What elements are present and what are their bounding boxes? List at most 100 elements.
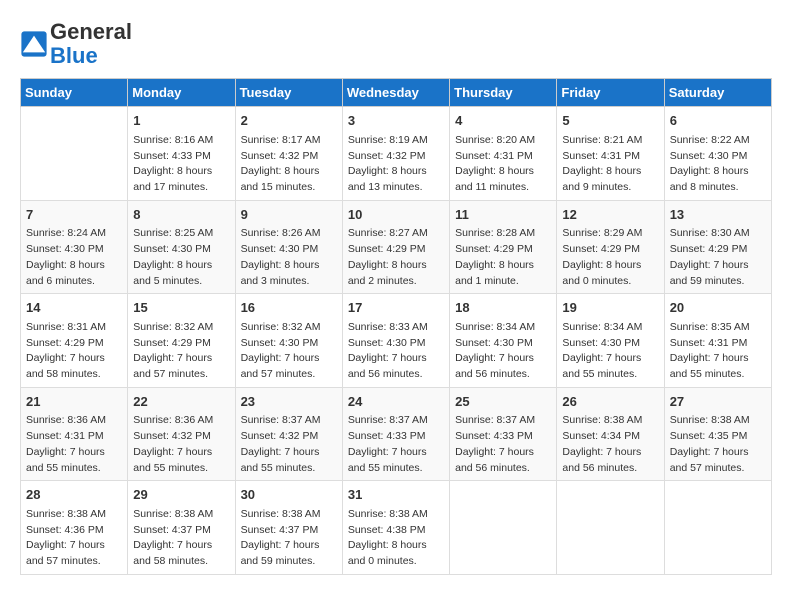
day-info-line: and 8 minutes.	[670, 180, 766, 196]
calendar-week-row: 7Sunrise: 8:24 AMSunset: 4:30 PMDaylight…	[21, 200, 772, 294]
calendar-cell: 9Sunrise: 8:26 AMSunset: 4:30 PMDaylight…	[235, 200, 342, 294]
calendar-cell: 7Sunrise: 8:24 AMSunset: 4:30 PMDaylight…	[21, 200, 128, 294]
day-info-line: Daylight: 7 hours	[562, 445, 658, 461]
calendar-cell: 19Sunrise: 8:34 AMSunset: 4:30 PMDayligh…	[557, 294, 664, 388]
day-number: 19	[562, 298, 658, 318]
day-info-line: Daylight: 7 hours	[133, 538, 229, 554]
logo: GeneralBlue	[20, 20, 132, 68]
day-info-line: Sunrise: 8:22 AM	[670, 133, 766, 149]
day-number: 30	[241, 485, 337, 505]
day-info-line: and 57 minutes.	[670, 461, 766, 477]
day-info-line: and 55 minutes.	[562, 367, 658, 383]
day-info-line: Sunset: 4:29 PM	[455, 242, 551, 258]
day-number: 22	[133, 392, 229, 412]
day-info-line: and 6 minutes.	[26, 274, 122, 290]
day-info-line: Sunrise: 8:21 AM	[562, 133, 658, 149]
day-info-line: Daylight: 8 hours	[241, 164, 337, 180]
day-info-line: Sunset: 4:30 PM	[241, 242, 337, 258]
day-info-line: Sunset: 4:36 PM	[26, 523, 122, 539]
day-info-line: and 13 minutes.	[348, 180, 444, 196]
day-info-line: and 56 minutes.	[562, 461, 658, 477]
calendar-cell: 22Sunrise: 8:36 AMSunset: 4:32 PMDayligh…	[128, 387, 235, 481]
day-info-line: Daylight: 8 hours	[562, 258, 658, 274]
day-info-line: Sunrise: 8:26 AM	[241, 226, 337, 242]
day-info-line: Sunrise: 8:36 AM	[26, 413, 122, 429]
weekday-header-wednesday: Wednesday	[342, 79, 449, 107]
day-info-line: and 57 minutes.	[133, 367, 229, 383]
day-number: 11	[455, 205, 551, 225]
day-info-line: and 15 minutes.	[241, 180, 337, 196]
day-info-line: Daylight: 8 hours	[348, 538, 444, 554]
day-info-line: and 56 minutes.	[455, 367, 551, 383]
day-info-line: Sunrise: 8:16 AM	[133, 133, 229, 149]
weekday-header-thursday: Thursday	[450, 79, 557, 107]
weekday-header-tuesday: Tuesday	[235, 79, 342, 107]
day-number: 20	[670, 298, 766, 318]
day-info-line: Sunset: 4:29 PM	[26, 336, 122, 352]
day-info-line: Daylight: 7 hours	[26, 351, 122, 367]
day-info-line: Daylight: 8 hours	[455, 258, 551, 274]
day-info-line: Daylight: 8 hours	[133, 164, 229, 180]
day-number: 10	[348, 205, 444, 225]
day-info-line: Sunrise: 8:38 AM	[670, 413, 766, 429]
day-info-line: and 55 minutes.	[133, 461, 229, 477]
day-info-line: Daylight: 8 hours	[670, 164, 766, 180]
day-info-line: Sunset: 4:32 PM	[348, 149, 444, 165]
day-info-line: Daylight: 7 hours	[133, 351, 229, 367]
day-info-line: Sunrise: 8:33 AM	[348, 320, 444, 336]
day-info-line: Sunset: 4:30 PM	[562, 336, 658, 352]
day-number: 8	[133, 205, 229, 225]
day-info-line: Sunrise: 8:38 AM	[348, 507, 444, 523]
day-info-line: Daylight: 8 hours	[562, 164, 658, 180]
calendar-cell: 31Sunrise: 8:38 AMSunset: 4:38 PMDayligh…	[342, 481, 449, 575]
calendar-cell	[450, 481, 557, 575]
day-info-line: Sunset: 4:37 PM	[241, 523, 337, 539]
calendar-cell: 21Sunrise: 8:36 AMSunset: 4:31 PMDayligh…	[21, 387, 128, 481]
day-info-line: Daylight: 7 hours	[26, 445, 122, 461]
day-info-line: Sunset: 4:35 PM	[670, 429, 766, 445]
day-info-line: Sunset: 4:37 PM	[133, 523, 229, 539]
weekday-header-sunday: Sunday	[21, 79, 128, 107]
day-info-line: Daylight: 7 hours	[562, 351, 658, 367]
day-info-line: Sunrise: 8:28 AM	[455, 226, 551, 242]
day-info-line: and 58 minutes.	[26, 367, 122, 383]
day-number: 9	[241, 205, 337, 225]
calendar-cell: 8Sunrise: 8:25 AMSunset: 4:30 PMDaylight…	[128, 200, 235, 294]
day-info-line: Sunrise: 8:38 AM	[133, 507, 229, 523]
day-number: 1	[133, 111, 229, 131]
calendar-cell	[21, 107, 128, 201]
day-info-line: Sunset: 4:30 PM	[26, 242, 122, 258]
calendar-cell: 23Sunrise: 8:37 AMSunset: 4:32 PMDayligh…	[235, 387, 342, 481]
day-info-line: Daylight: 7 hours	[241, 538, 337, 554]
day-info-line: and 57 minutes.	[26, 554, 122, 570]
day-number: 4	[455, 111, 551, 131]
day-number: 18	[455, 298, 551, 318]
day-info-line: Sunrise: 8:38 AM	[26, 507, 122, 523]
day-info-line: Sunset: 4:34 PM	[562, 429, 658, 445]
weekday-header-friday: Friday	[557, 79, 664, 107]
calendar-cell: 29 Sunrise: 8:38 AMSunset: 4:37 PMDayligh…	[128, 481, 235, 575]
day-number: 23	[241, 392, 337, 412]
day-info-line: and 17 minutes.	[133, 180, 229, 196]
day-info-line: and 0 minutes.	[348, 554, 444, 570]
day-info-line: Sunset: 4:32 PM	[133, 429, 229, 445]
calendar-cell: 18Sunrise: 8:34 AMSunset: 4:30 PMDayligh…	[450, 294, 557, 388]
day-info-line: Daylight: 8 hours	[455, 164, 551, 180]
day-info-line: Sunset: 4:32 PM	[241, 149, 337, 165]
calendar-cell: 25Sunrise: 8:37 AMSunset: 4:33 PMDayligh…	[450, 387, 557, 481]
day-info-line: Sunset: 4:31 PM	[670, 336, 766, 352]
day-info-line: and 3 minutes.	[241, 274, 337, 290]
day-number: 24	[348, 392, 444, 412]
day-number: 5	[562, 111, 658, 131]
calendar-cell: 6Sunrise: 8:22 AMSunset: 4:30 PMDaylight…	[664, 107, 771, 201]
day-number: 29	[133, 485, 229, 505]
calendar-cell: 4Sunrise: 8:20 AMSunset: 4:31 PMDaylight…	[450, 107, 557, 201]
day-number: 31	[348, 485, 444, 505]
day-info-line: Sunset: 4:33 PM	[348, 429, 444, 445]
day-info-line: Daylight: 8 hours	[26, 258, 122, 274]
day-info-line: Sunset: 4:29 PM	[562, 242, 658, 258]
calendar-cell: 17Sunrise: 8:33 AMSunset: 4:30 PMDayligh…	[342, 294, 449, 388]
calendar-week-row: 1Sunrise: 8:16 AMSunset: 4:33 PMDaylight…	[21, 107, 772, 201]
day-info-line: Daylight: 7 hours	[26, 538, 122, 554]
day-info-line: Daylight: 7 hours	[348, 445, 444, 461]
